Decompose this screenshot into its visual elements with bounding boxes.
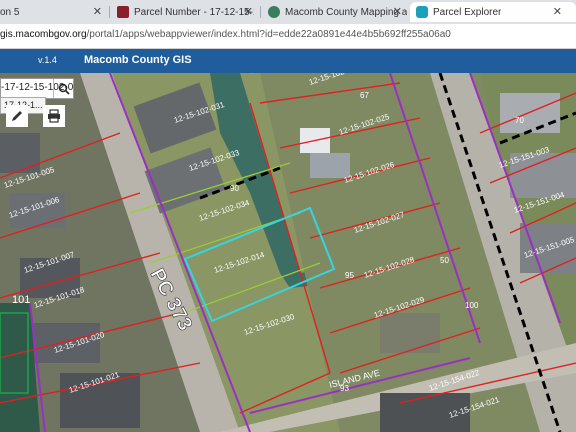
close-icon[interactable]: ✕ (553, 5, 562, 18)
tab-separator (109, 6, 110, 18)
close-icon[interactable]: ✕ (393, 5, 402, 18)
house-roof (500, 93, 560, 133)
url-text: gis.macombgov.org/portal1/apps/webappvie… (0, 29, 451, 40)
app-version: v.1.4 (38, 55, 57, 65)
lot-number: 70 (515, 116, 524, 125)
app-title: Macomb County GIS (84, 54, 192, 66)
search-button[interactable] (53, 79, 73, 98)
tab-3[interactable]: Macomb County Mapping and D ✕ (262, 2, 408, 22)
edit-icon (12, 111, 22, 121)
lot-number: 101 (12, 294, 30, 306)
tab-2-label: Parcel Number - 17-12-15-102-0 (134, 6, 254, 18)
tab-separator (260, 6, 261, 18)
url-path: /portal1/apps/webappviewer/index.html?id… (86, 29, 451, 40)
lot-number: 90 (230, 184, 239, 193)
print-icon (48, 109, 60, 123)
aerial-map[interactable]: 12-15-102-024 12-15-102-031 12-15-102-02… (0, 73, 576, 432)
search-icon (58, 83, 70, 95)
tab-1[interactable]: on 5 ✕ (0, 2, 108, 22)
tab-4-label: Parcel Explorer (433, 6, 502, 18)
favicon (268, 6, 280, 18)
app-header: v.1.4 Macomb County GIS (0, 49, 576, 73)
house-roof (310, 153, 350, 178)
close-icon[interactable]: ✕ (93, 5, 102, 18)
browser-tab-strip: on 5 ✕ Parcel Number - 17-12-15-102-0 ✕ … (0, 0, 576, 24)
lot-number: 50 (440, 256, 449, 265)
tab-3-label: Macomb County Mapping and D (285, 6, 407, 18)
favicon (416, 6, 428, 18)
tab-1-label: on 5 (0, 6, 20, 18)
lot-number: 100 (465, 301, 479, 310)
lot-number: 67 (360, 91, 369, 100)
edit-tool-button[interactable] (6, 105, 28, 127)
lot-number: 95 (345, 271, 354, 280)
house-roof (0, 133, 40, 173)
url-host: gis.macombgov.org (0, 29, 87, 40)
address-bar[interactable]: gis.macombgov.org/portal1/apps/webappvie… (0, 24, 576, 49)
search-widget[interactable]: -17-12-15-102-0 (0, 78, 74, 99)
close-icon[interactable]: ✕ (244, 5, 253, 18)
shed-roof (380, 313, 440, 353)
print-tool-button[interactable] (43, 105, 65, 127)
tab-4-active[interactable]: Parcel Explorer ✕ (410, 2, 576, 22)
tab-2[interactable]: Parcel Number - 17-12-15-102-0 ✕ (111, 2, 259, 22)
map-view[interactable]: 12-15-102-024 12-15-102-031 12-15-102-02… (0, 73, 576, 432)
favicon (117, 6, 129, 18)
